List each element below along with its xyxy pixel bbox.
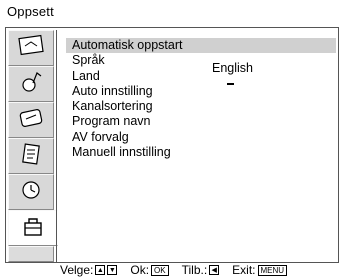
ok-hint: Ok: OK: [130, 263, 169, 277]
tab-screen[interactable]: [8, 102, 54, 138]
ok-key-icon: OK: [151, 264, 169, 276]
footer-help-bar: Velge: ▲ ▼ Ok: OK Tilb.: ◀ Exit: MENU: [60, 263, 300, 277]
tab-empty: [8, 246, 54, 262]
left-arrow-key-icon: ◀: [209, 265, 220, 275]
select-label: Velge:: [60, 263, 94, 277]
menu-item-av-forvalg[interactable]: AV forvalg: [66, 130, 336, 145]
exit-hint: Exit: MENU: [232, 263, 288, 277]
language-value: English: [212, 61, 253, 75]
tab-setup[interactable]: [8, 210, 58, 246]
page-title: Oppsett: [7, 4, 54, 19]
sidebar-divider: [56, 30, 57, 262]
setup-menu-screen: Oppsett Automatisk oppstart Språk Land A…: [0, 0, 345, 279]
menu-item-automatisk-oppstart[interactable]: Automatisk oppstart: [66, 38, 336, 54]
timer-icon: [17, 178, 45, 207]
sound-icon: [17, 70, 45, 99]
menu-key-icon: MENU: [257, 264, 288, 276]
menu-item-program-navn[interactable]: Program navn: [66, 114, 336, 129]
tab-sound[interactable]: [8, 66, 54, 102]
menu-item-manuell-innstilling[interactable]: Manuell innstilling: [66, 145, 336, 160]
menu-item-auto-innstilling[interactable]: Auto innstilling: [66, 84, 336, 99]
tab-picture[interactable]: [8, 30, 54, 66]
features-icon: [17, 142, 45, 171]
menu-item-kanalsortering[interactable]: Kanalsortering: [66, 99, 336, 114]
up-arrow-key-icon: ▲: [95, 265, 106, 275]
select-hint: Velge: ▲ ▼: [60, 263, 118, 277]
setup-menu-list: Automatisk oppstart Språk Land Auto inns…: [66, 38, 336, 160]
back-label: Tilb.:: [181, 263, 208, 277]
back-hint: Tilb.: ◀: [182, 263, 220, 277]
setup-toolbox-icon: [19, 214, 47, 243]
down-arrow-key-icon: ▼: [107, 265, 118, 275]
screen-icon: [17, 106, 45, 135]
menu-item-sprak[interactable]: Språk: [66, 53, 336, 68]
picture-icon: [17, 34, 45, 63]
tab-timer[interactable]: [8, 174, 54, 210]
exit-label: Exit:: [232, 263, 256, 277]
country-placeholder-dash: [227, 83, 234, 85]
menu-item-land[interactable]: Land: [66, 69, 336, 84]
tab-features[interactable]: [8, 138, 54, 174]
ok-label: Ok:: [130, 263, 150, 277]
